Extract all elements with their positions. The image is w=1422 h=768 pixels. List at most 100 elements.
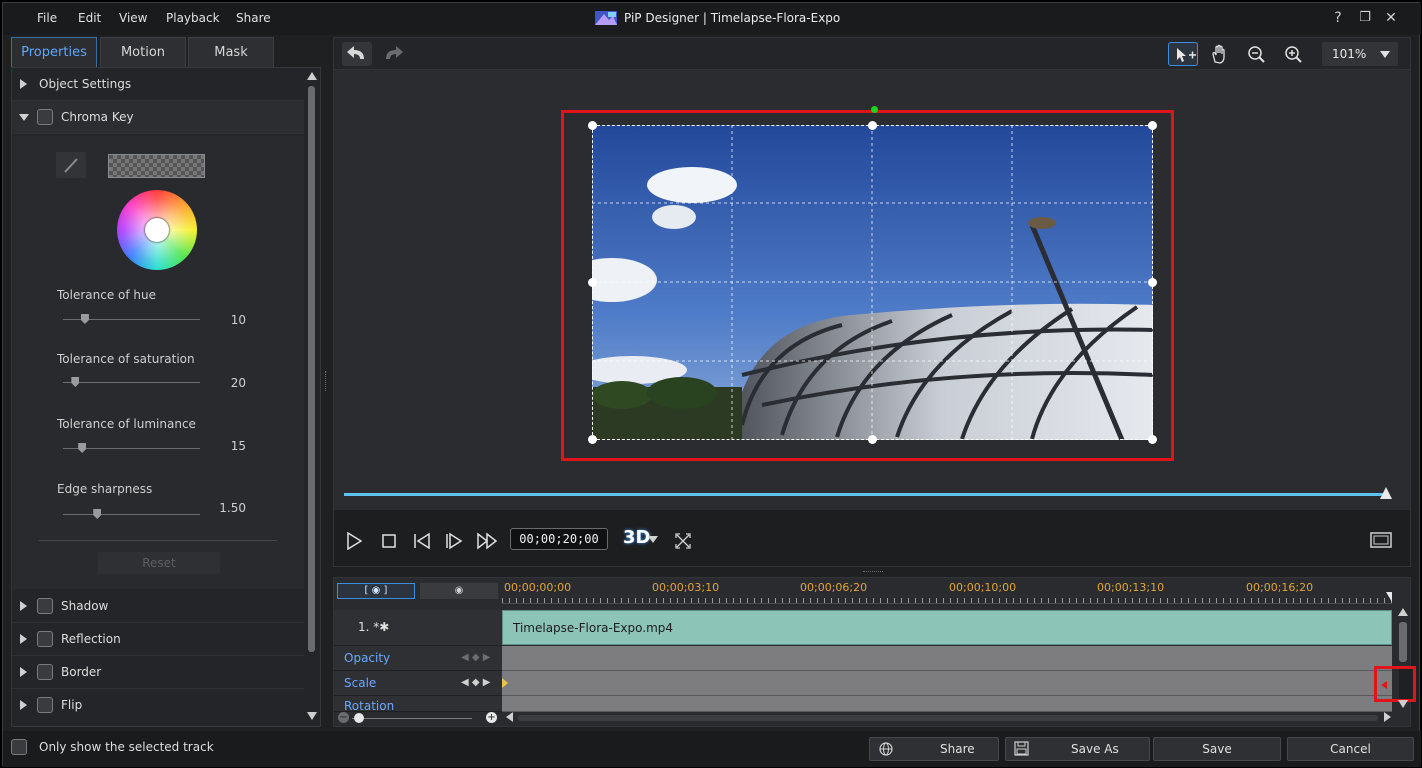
preview-canvas[interactable] <box>334 70 1410 510</box>
saturation-tolerance-slider[interactable] <box>63 382 200 383</box>
menu-share[interactable]: Share <box>236 11 271 25</box>
zoom-out-button[interactable] <box>1242 42 1272 66</box>
3d-mode-button[interactable]: 3D <box>623 527 650 548</box>
flip-checkbox[interactable] <box>37 697 53 713</box>
timecode-display[interactable]: 00;00;20;00 <box>510 528 608 550</box>
timeline-zoom-in-icon[interactable]: + <box>486 712 497 723</box>
resize-handle-top-right[interactable] <box>1148 121 1157 130</box>
saturation-tolerance-thumb[interactable] <box>71 377 80 387</box>
help-button[interactable]: ? <box>1330 10 1346 26</box>
restore-button[interactable]: ❐ <box>1357 10 1373 26</box>
menu-view[interactable]: View <box>119 11 147 25</box>
scroll-up-icon[interactable] <box>307 72 317 80</box>
timeline-zoom-out-icon[interactable]: − <box>338 712 349 723</box>
scroll-up-icon[interactable] <box>1398 608 1408 616</box>
resize-handle-bottom-left[interactable] <box>588 435 597 444</box>
timeline-ruler[interactable]: 00;00;00;00 00;00;03;10 00;00;06;20 00;0… <box>502 578 1392 604</box>
reflection-checkbox[interactable] <box>37 631 53 647</box>
eyedropper-button[interactable] <box>56 152 86 178</box>
rotation-keyframe-lane[interactable] <box>502 696 1392 712</box>
reset-button[interactable]: Reset <box>98 552 220 574</box>
resize-handle-left[interactable] <box>588 278 597 287</box>
key-color-swatch[interactable] <box>108 154 205 178</box>
color-wheel[interactable] <box>117 190 197 270</box>
section-object-settings[interactable]: Object Settings <box>12 68 304 101</box>
tab-mask[interactable]: Mask <box>188 37 274 68</box>
keyframe-view-toggle[interactable]: ◉ <box>420 583 498 599</box>
rotate-handle[interactable] <box>871 106 878 113</box>
fast-forward-icon[interactable] <box>476 532 500 550</box>
edge-sharpness-slider[interactable] <box>63 514 200 515</box>
opacity-keyframe-lane[interactable] <box>502 646 1392 671</box>
resize-handle-top-left[interactable] <box>588 121 597 130</box>
scale-track-header[interactable]: Scale ◀ ◆ ▶ <box>334 671 502 696</box>
save-as-button[interactable]: Save As <box>1005 737 1150 761</box>
resize-handle-right[interactable] <box>1148 278 1157 287</box>
resize-handle-bottom[interactable] <box>868 435 877 444</box>
keyframe-nav-icon[interactable]: ◀ ◆ ▶ <box>461 652 490 663</box>
save-button[interactable]: Save <box>1153 737 1281 761</box>
only-selected-checkbox[interactable] <box>11 739 27 755</box>
previous-frame-icon[interactable] <box>412 532 432 550</box>
next-frame-icon[interactable] <box>444 532 464 550</box>
opacity-track-header[interactable]: Opacity ◀ ◆ ▶ <box>334 646 502 671</box>
eyedropper-icon <box>64 158 78 173</box>
panel-scrollbar[interactable] <box>306 72 318 722</box>
resize-handle-top[interactable] <box>868 121 877 130</box>
rotation-track-header[interactable]: Rotation <box>334 696 502 712</box>
timeline-zoom-thumb[interactable] <box>354 713 364 723</box>
color-wheel-picker[interactable] <box>145 218 169 242</box>
timeline-horizontal-scrollbar[interactable] <box>518 715 1378 721</box>
safe-zone-icon[interactable] <box>1370 532 1392 548</box>
shadow-checkbox[interactable] <box>37 598 53 614</box>
close-button[interactable]: ✕ <box>1383 10 1399 26</box>
scroll-left-icon[interactable] <box>506 712 513 722</box>
section-shadow[interactable]: Shadow <box>12 590 304 623</box>
section-reflection[interactable]: Reflection <box>12 623 304 656</box>
timeline-splitter[interactable] <box>863 571 883 573</box>
track-view-toggle[interactable]: [ ◉ ] <box>337 583 415 599</box>
hue-tolerance-thumb[interactable] <box>80 314 89 324</box>
timeline-panel: [ ◉ ] ◉ 00;00;00;00 00;00;03;10 00;00;06… <box>333 577 1416 727</box>
menu-edit[interactable]: Edit <box>78 11 101 25</box>
tab-properties[interactable]: Properties <box>11 37 97 68</box>
keyframe-marker[interactable] <box>502 678 508 688</box>
zoom-select[interactable]: 101% <box>1322 42 1398 66</box>
share-button[interactable]: Share <box>869 737 999 761</box>
scrollbar-thumb[interactable] <box>1399 622 1407 662</box>
chevron-down-icon[interactable] <box>648 536 658 543</box>
luminance-tolerance-thumb[interactable] <box>78 443 87 453</box>
pan-tool-button[interactable] <box>1205 42 1235 66</box>
border-checkbox[interactable] <box>37 664 53 680</box>
cancel-button[interactable]: Cancel <box>1287 737 1414 761</box>
scroll-right-icon[interactable] <box>1384 712 1391 722</box>
video-track-header[interactable]: 1. *✱ <box>334 610 502 646</box>
timeline-vertical-scrollbar[interactable] <box>1398 608 1408 708</box>
scroll-down-icon[interactable] <box>307 712 317 720</box>
keyframe-marker[interactable] <box>1381 681 1387 689</box>
edge-sharpness-thumb[interactable] <box>93 509 102 519</box>
undo-button[interactable] <box>342 42 372 66</box>
menu-playback[interactable]: Playback <box>166 11 220 25</box>
scroll-down-icon[interactable] <box>1398 700 1408 708</box>
keyframe-nav-icon[interactable]: ◀ ◆ ▶ <box>461 677 490 688</box>
resize-handle-bottom-right[interactable] <box>1148 435 1157 444</box>
playback-progress-bar[interactable] <box>344 493 1384 496</box>
scrollbar-thumb[interactable] <box>308 86 315 652</box>
chroma-key-checkbox[interactable] <box>37 109 53 125</box>
play-icon[interactable] <box>346 532 362 550</box>
panel-splitter[interactable] <box>325 371 328 391</box>
redo-button[interactable] <box>378 42 408 66</box>
move-tool-button[interactable] <box>1168 42 1198 66</box>
menu-file[interactable]: File <box>37 11 57 25</box>
section-border[interactable]: Border <box>12 656 304 689</box>
section-flip[interactable]: Flip <box>12 689 304 722</box>
scale-keyframe-lane[interactable] <box>502 671 1392 696</box>
zoom-in-button[interactable] <box>1279 42 1309 66</box>
timeline-zoom-slider[interactable] <box>352 718 472 719</box>
section-chroma-key[interactable]: Chroma Key <box>12 101 304 134</box>
fullscreen-icon[interactable] <box>674 532 692 550</box>
stop-icon[interactable] <box>382 534 396 548</box>
video-clip[interactable]: Timelapse-Flora-Expo.mp4 <box>502 610 1392 645</box>
tab-motion[interactable]: Motion <box>100 37 186 68</box>
